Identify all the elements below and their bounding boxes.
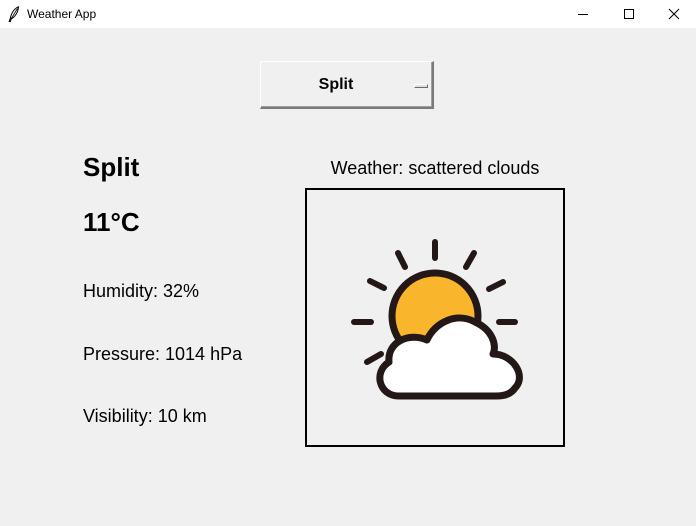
close-button[interactable] bbox=[651, 0, 696, 28]
pressure-text: Pressure: 1014 hPa bbox=[83, 344, 243, 364]
humidity-text: Humidity: 32% bbox=[83, 281, 200, 301]
temperature-value: 11°C bbox=[83, 207, 140, 237]
city-dropdown-value: Split bbox=[318, 76, 354, 93]
close-icon bbox=[668, 8, 680, 20]
weather-description: Weather: scattered clouds bbox=[330, 158, 540, 178]
title-bar: Weather App bbox=[0, 0, 696, 28]
maximize-icon bbox=[624, 9, 634, 19]
minimize-icon bbox=[578, 14, 588, 15]
partly-cloudy-icon bbox=[351, 239, 523, 400]
minimize-button[interactable] bbox=[560, 0, 606, 28]
feather-icon bbox=[8, 6, 20, 22]
visibility-text: Visibility: 10 km bbox=[83, 406, 207, 426]
weather-icon-frame bbox=[305, 188, 565, 447]
city-name: Split bbox=[83, 152, 140, 182]
weather-app-window: Weather App Split Split 11°C Humidity: 3… bbox=[0, 0, 696, 526]
city-dropdown[interactable]: Split bbox=[260, 61, 434, 109]
maximize-button[interactable] bbox=[606, 0, 652, 28]
dropdown-indicator-icon bbox=[414, 84, 428, 88]
window-title: Weather App bbox=[27, 7, 97, 21]
